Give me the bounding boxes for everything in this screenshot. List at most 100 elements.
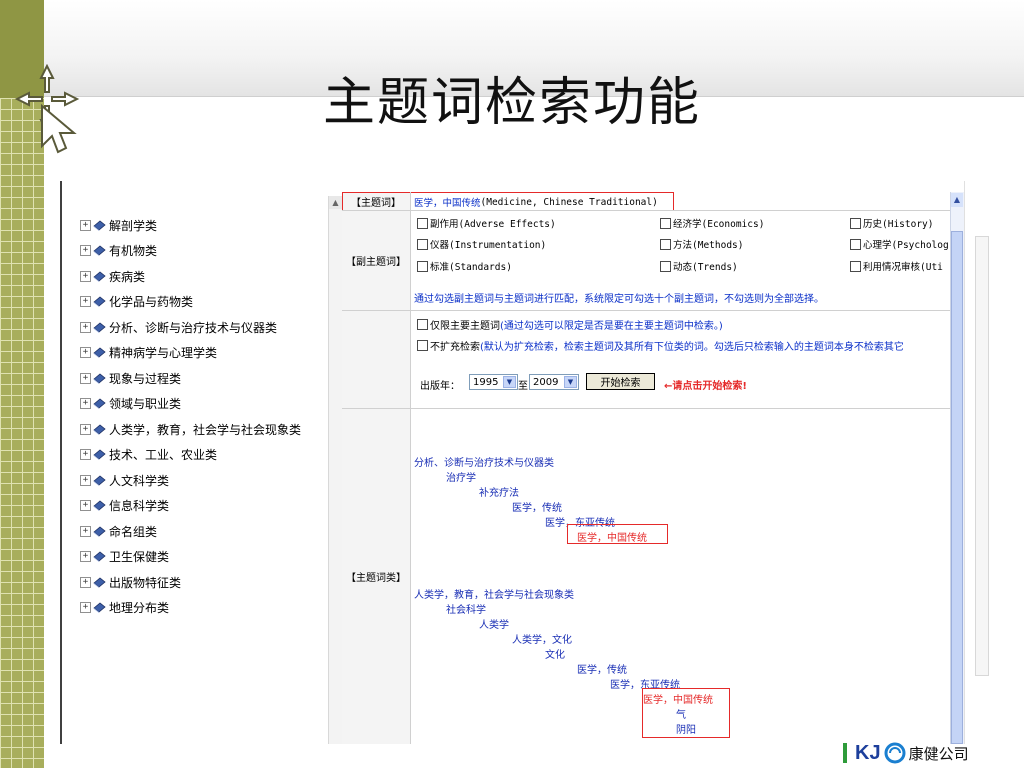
hierarchy-node[interactable]: 文化 bbox=[545, 646, 565, 661]
frame-divider bbox=[964, 181, 965, 744]
hierarchy-node[interactable]: 分析、诊断与治疗技术与仪器类 bbox=[414, 454, 554, 469]
expand-icon[interactable]: + bbox=[80, 576, 91, 588]
checkbox-standards[interactable]: 标准(Standards) bbox=[417, 259, 512, 273]
hierarchy-node[interactable]: 补充疗法 bbox=[479, 484, 519, 499]
logo-mark: KJ bbox=[855, 741, 881, 764]
search-hint: ←请点击开始检索! bbox=[664, 381, 747, 392]
major-only-option[interactable]: 仅限主要主题词 (通过勾选可以限定是否是要在主要主题词中检索。) bbox=[417, 317, 723, 332]
checkbox-methods[interactable]: 方法(Methods) bbox=[660, 237, 743, 251]
checkbox-adverse-effects[interactable]: 副作用(Adverse Effects) bbox=[417, 216, 556, 230]
tree-item[interactable]: + 分析、诊断与治疗技术与仪器类 bbox=[80, 316, 277, 338]
expand-icon[interactable]: + bbox=[80, 270, 91, 282]
tree-item[interactable]: + 人类学，教育，社会学与社会现象类 bbox=[80, 418, 301, 440]
tree-item[interactable]: + 有机物类 bbox=[80, 239, 157, 261]
tree-item[interactable]: + 精神病学与心理学类 bbox=[80, 341, 217, 363]
major-only-hint: (通过勾选可以限定是否是要在主要主题词中检索。) bbox=[500, 321, 723, 332]
year-from-select[interactable]: 1995 ▼ bbox=[469, 374, 518, 390]
tree-scrollbar[interactable] bbox=[328, 196, 343, 744]
hierarchy-node[interactable]: 人类学，文化 bbox=[512, 631, 572, 646]
expand-icon[interactable]: + bbox=[80, 321, 91, 333]
tree-item[interactable]: + 化学品与药物类 bbox=[80, 290, 193, 312]
checkbox-label: 动态(Trends) bbox=[673, 262, 738, 273]
hierarchy-node[interactable]: 医学，传统 bbox=[512, 499, 562, 514]
checkbox-icon[interactable] bbox=[417, 238, 428, 250]
tree-item[interactable]: + 人文科学类 bbox=[80, 469, 169, 491]
expand-icon[interactable]: + bbox=[80, 372, 91, 384]
scroll-up-arrow-icon[interactable]: ▲ bbox=[329, 196, 342, 209]
hierarchy-node[interactable]: 社会科学 bbox=[446, 601, 486, 616]
book-icon bbox=[93, 270, 106, 282]
hierarchy-node[interactable]: 人类学，教育，社会学与社会现象类 bbox=[414, 586, 574, 601]
dropdown-arrow-icon[interactable]: ▼ bbox=[564, 376, 577, 388]
year-to-select[interactable]: 2009 ▼ bbox=[529, 374, 579, 390]
checkbox-label: 心理学(Psycholog bbox=[863, 240, 949, 251]
checkbox-label: 不扩充检索 bbox=[430, 342, 480, 353]
checkbox-icon[interactable] bbox=[850, 260, 861, 272]
checkbox-psychology[interactable]: 心理学(Psycholog bbox=[850, 237, 949, 251]
checkbox-label: 利用情况审核(Uti bbox=[863, 262, 943, 273]
checkbox-icon[interactable] bbox=[850, 217, 861, 229]
expand-icon[interactable]: + bbox=[80, 219, 91, 231]
dropdown-arrow-icon[interactable]: ▼ bbox=[503, 376, 516, 388]
expand-icon[interactable]: + bbox=[80, 397, 91, 409]
no-expand-option[interactable]: 不扩充检索 (默认为扩充检索，检索主题词及其所有下位类的词。勾选后只检索输入的主题… bbox=[417, 338, 904, 353]
book-icon bbox=[93, 448, 106, 460]
expand-icon[interactable]: + bbox=[80, 550, 91, 562]
search-form-panel: 【主题词】 医学，中国传统 (Medicine, Chinese Traditio… bbox=[342, 192, 950, 744]
expand-icon[interactable]: + bbox=[80, 448, 91, 460]
start-search-button[interactable]: 开始检索 bbox=[586, 373, 655, 390]
tree-item-label: 现象与过程类 bbox=[109, 371, 182, 386]
panel-scrollbar-thumb[interactable] bbox=[951, 231, 963, 744]
book-icon bbox=[93, 244, 106, 256]
tree-item[interactable]: + 地理分布类 bbox=[80, 596, 169, 618]
hierarchy-node-current[interactable]: 医学，中国传统 bbox=[577, 529, 647, 544]
checkbox-history[interactable]: 历史(History) bbox=[850, 216, 933, 230]
hierarchy-node[interactable]: 医学，传统 bbox=[577, 661, 627, 676]
checkbox-economics[interactable]: 经济学(Economics) bbox=[660, 216, 764, 230]
tree-item[interactable]: + 卫生保健类 bbox=[80, 545, 169, 567]
expand-icon[interactable]: + bbox=[80, 244, 91, 256]
expand-icon[interactable]: + bbox=[80, 346, 91, 358]
divider bbox=[342, 408, 950, 409]
tree-item-label: 解剖学类 bbox=[109, 218, 158, 233]
hierarchy-node[interactable]: 治疗学 bbox=[446, 469, 476, 484]
checkbox-utilization[interactable]: 利用情况审核(Uti bbox=[850, 259, 943, 273]
expand-icon[interactable]: + bbox=[80, 423, 91, 435]
checkbox-trends[interactable]: 动态(Trends) bbox=[660, 259, 738, 273]
checkbox-icon[interactable] bbox=[850, 238, 861, 250]
subject-value-cn: 医学，中国传统 bbox=[414, 198, 481, 209]
expand-icon[interactable]: + bbox=[80, 601, 91, 613]
checkbox-icon[interactable] bbox=[660, 260, 671, 272]
tree-item[interactable]: + 技术、工业、农业类 bbox=[80, 443, 217, 465]
tree-item[interactable]: + 现象与过程类 bbox=[80, 367, 181, 389]
book-icon bbox=[93, 576, 106, 588]
checkbox-instrumentation[interactable]: 仪器(Instrumentation) bbox=[417, 237, 546, 251]
hierarchy-node[interactable]: 气 bbox=[676, 706, 686, 721]
tree-item[interactable]: + 信息科学类 bbox=[80, 494, 169, 516]
tree-item[interactable]: + 解剖学类 bbox=[80, 214, 157, 236]
tree-item[interactable]: + 命名组类 bbox=[80, 520, 157, 542]
logo-bar bbox=[843, 743, 847, 763]
tree-item[interactable]: + 出版物特征类 bbox=[80, 571, 181, 593]
expand-icon[interactable]: + bbox=[80, 525, 91, 537]
book-icon bbox=[93, 295, 106, 307]
checkbox-icon[interactable] bbox=[417, 340, 428, 351]
tree-item[interactable]: + 领域与职业类 bbox=[80, 392, 181, 414]
expand-icon[interactable]: + bbox=[80, 295, 91, 307]
checkbox-icon[interactable] bbox=[417, 319, 428, 330]
scroll-up-arrow-icon[interactable]: ▲ bbox=[951, 193, 963, 207]
checkbox-icon[interactable] bbox=[660, 217, 671, 229]
hierarchy-node-current[interactable]: 医学，中国传统 bbox=[643, 691, 713, 706]
hierarchy-node[interactable]: 人类学 bbox=[479, 616, 509, 631]
checkbox-icon[interactable] bbox=[417, 217, 428, 229]
tree-item-label: 有机物类 bbox=[109, 243, 158, 258]
book-icon bbox=[93, 474, 106, 486]
hierarchy-node[interactable]: 阴阳 bbox=[676, 721, 696, 736]
logo-swirl-icon bbox=[884, 742, 906, 764]
expand-icon[interactable]: + bbox=[80, 474, 91, 486]
outer-scrollbar[interactable] bbox=[975, 236, 989, 676]
checkbox-icon[interactable] bbox=[417, 260, 428, 272]
expand-icon[interactable]: + bbox=[80, 499, 91, 511]
tree-item[interactable]: + 疾病类 bbox=[80, 265, 145, 287]
checkbox-icon[interactable] bbox=[660, 238, 671, 250]
